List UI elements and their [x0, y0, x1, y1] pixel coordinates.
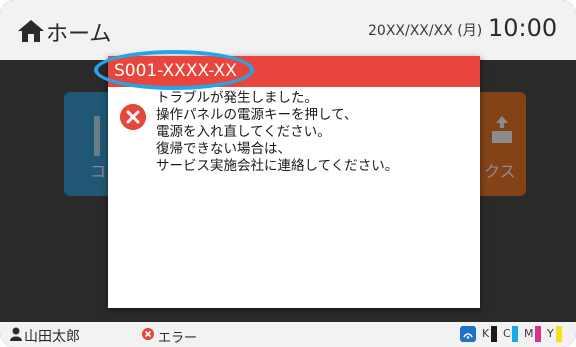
- header-bar: ホーム 20XX/XX/XX (月) 10:00: [0, 0, 576, 60]
- dialog-header: S001-XXXX-XX: [94, 50, 480, 90]
- message-line: 操作パネルの電源キーを押して、: [156, 107, 358, 123]
- message-line: トラブルが発生しました。: [156, 90, 318, 106]
- ink-label-c: C: [503, 327, 511, 340]
- page-title: ホーム: [46, 22, 112, 47]
- user-icon: [10, 327, 22, 341]
- ink-level-c: [512, 326, 518, 342]
- ink-label-k: K: [482, 327, 490, 340]
- ink-level-m: [535, 326, 541, 342]
- message-line: 電源を入れ直してください。: [156, 124, 331, 140]
- user-name[interactable]: 山田太郎: [24, 326, 80, 346]
- ink-label-m: M: [524, 327, 534, 340]
- date-display: 20XX/XX/XX (月): [368, 23, 483, 39]
- status-bar: 山田太郎 エラー K C M Y: [0, 322, 576, 347]
- panel-screen: ホーム 20XX/XX/XX (月) 10:00 コ クス S001-XXXX-…: [0, 0, 576, 347]
- error-message: トラブルが発生しました。 操作パネルの電源キーを押して、 電源を入れ直してくださ…: [156, 90, 466, 175]
- status-error-icon: [142, 328, 154, 340]
- message-line: 復帰できない場合は、: [156, 141, 291, 157]
- error-code-highlight: [94, 50, 254, 90]
- home-icon[interactable]: [16, 18, 46, 44]
- ink-level-y: [556, 326, 562, 342]
- message-line: サービス実施会社に連絡してください。: [156, 158, 399, 174]
- error-dialog: S001-XXXX-XX トラブルが発生しました。 操作パネルの電源キーを押して…: [94, 50, 480, 308]
- ink-label-y: Y: [547, 327, 554, 340]
- wireless-icon[interactable]: [460, 326, 476, 342]
- time-display: 10:00: [488, 14, 558, 42]
- status-error-text[interactable]: エラー: [158, 327, 197, 346]
- ink-level-k: [491, 326, 497, 342]
- error-x-icon: [120, 104, 146, 130]
